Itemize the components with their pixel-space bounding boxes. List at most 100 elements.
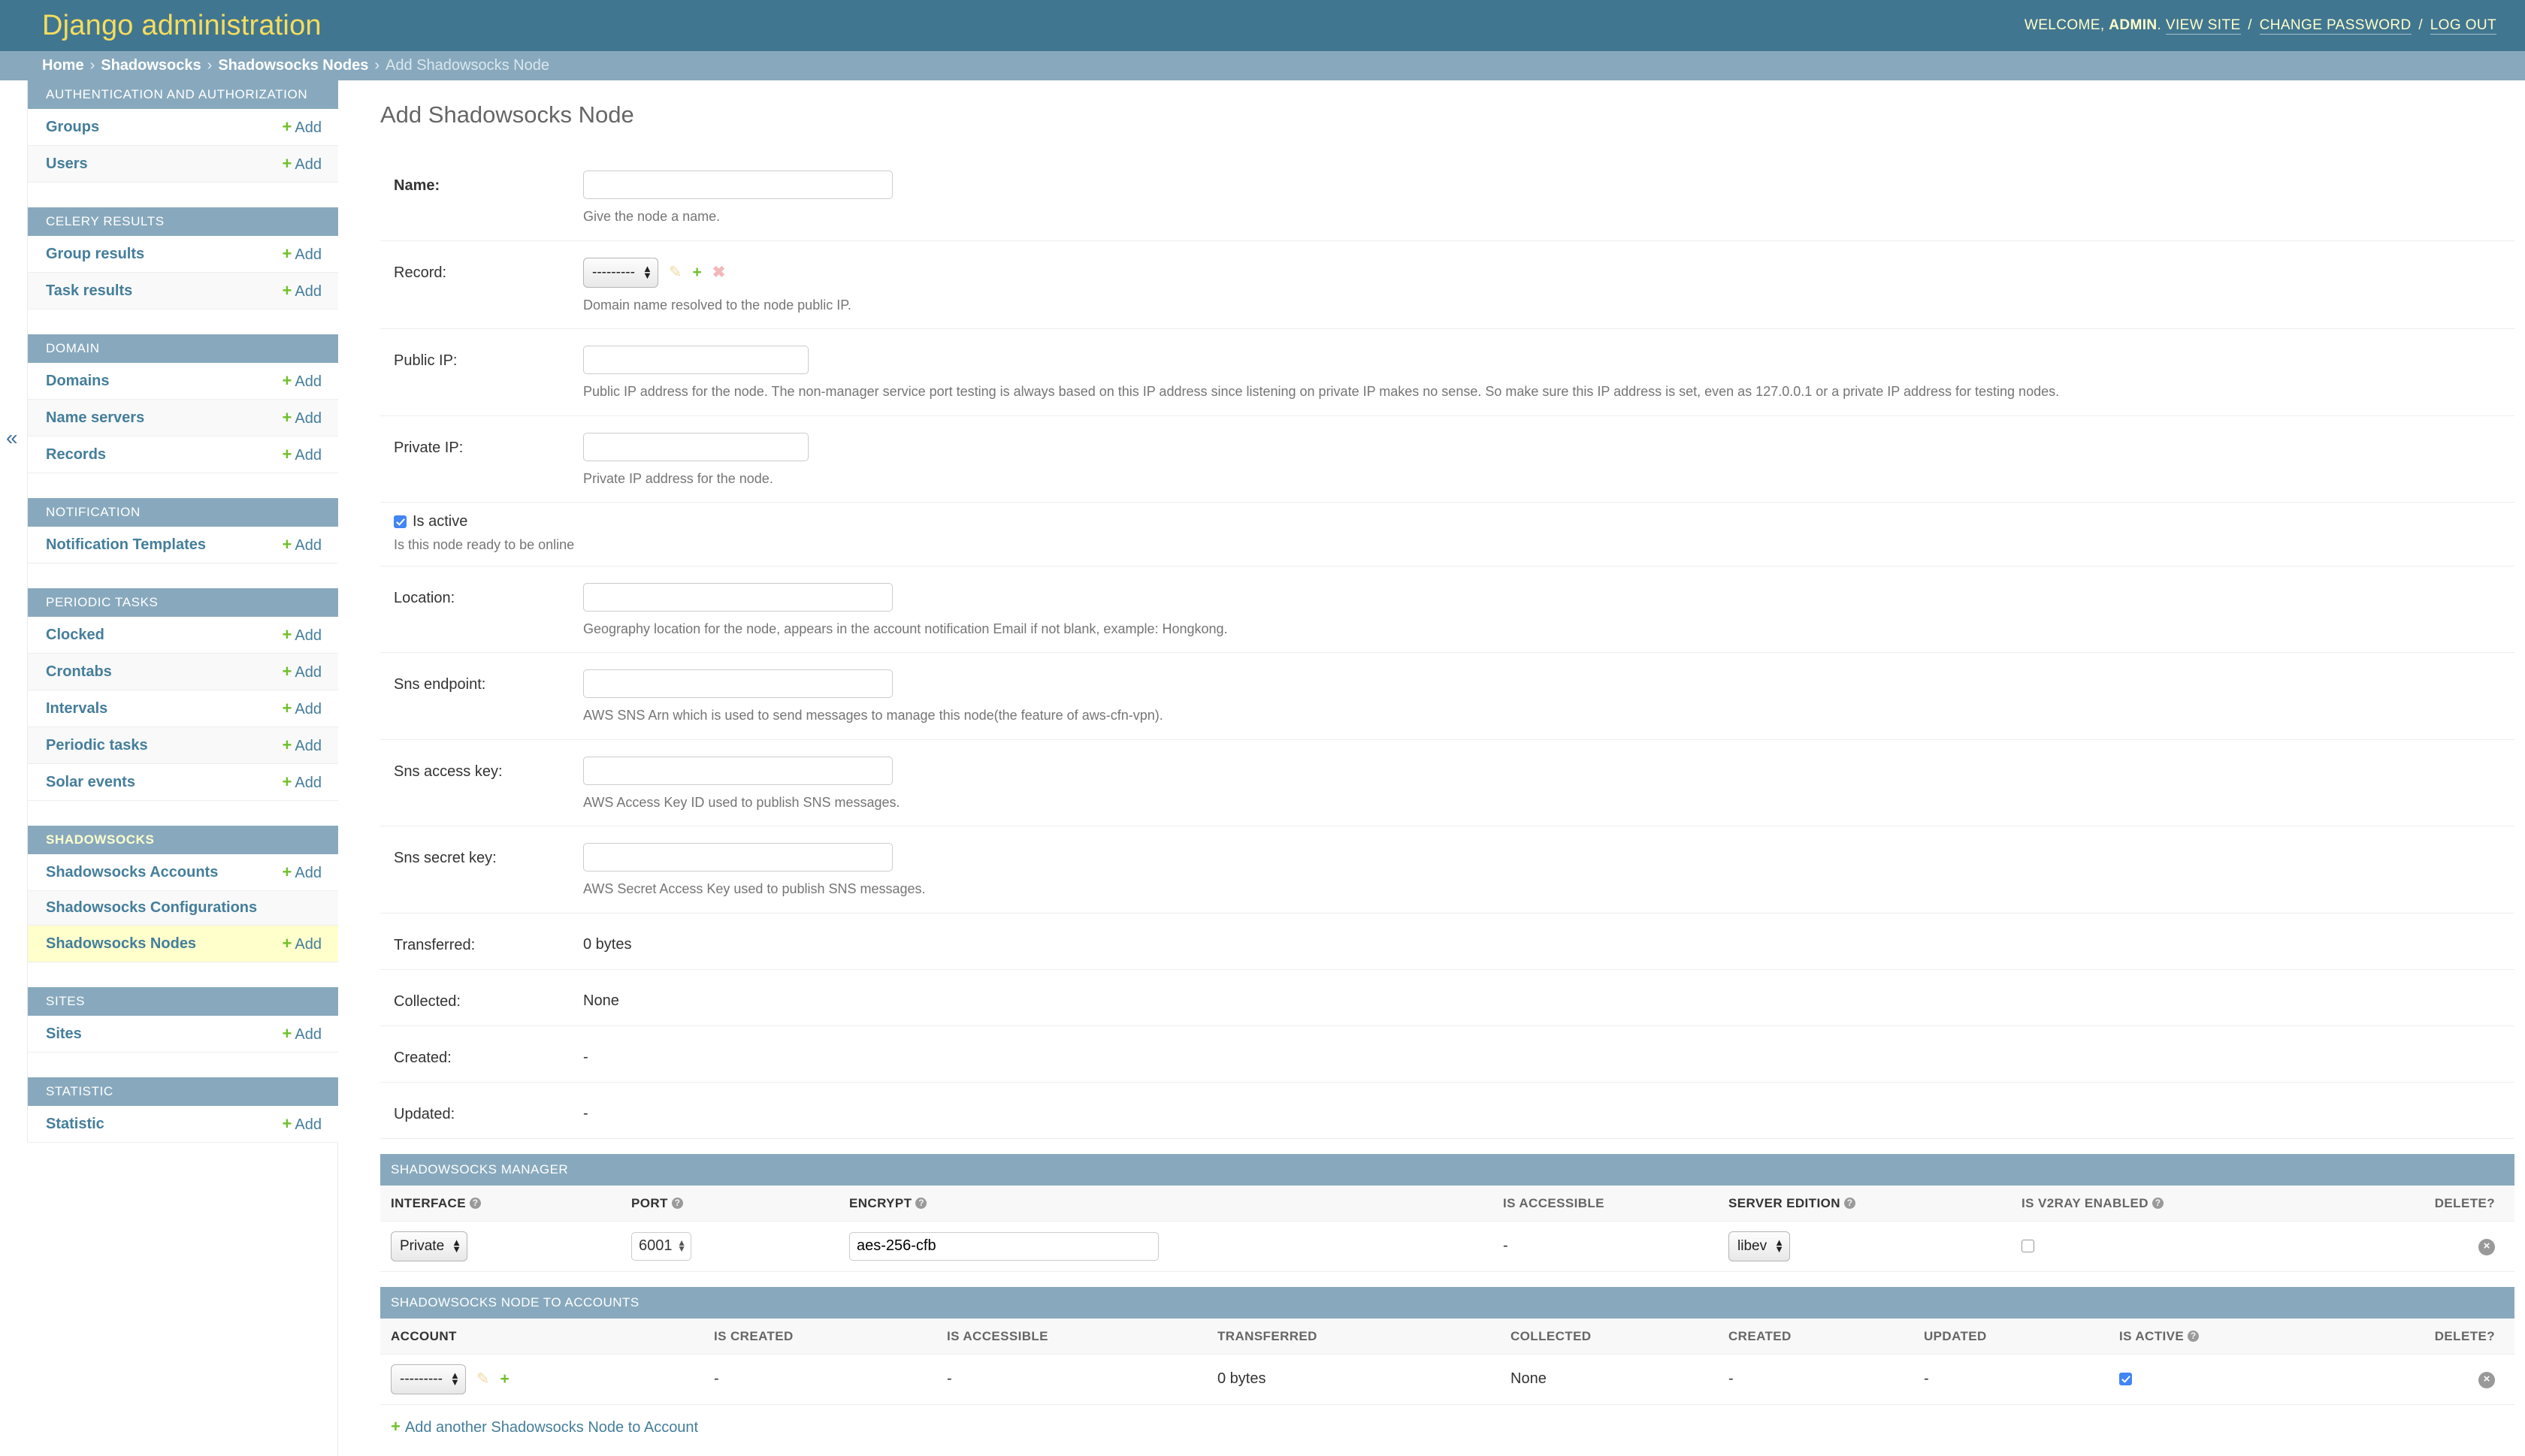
sidebar-item-groups[interactable]: Groups +Add bbox=[28, 109, 338, 146]
breadcrumb-model[interactable]: Shadowsocks Nodes bbox=[218, 57, 368, 74]
sidebar-add-link[interactable]: +Add bbox=[283, 625, 322, 645]
account-delete-icon[interactable]: × bbox=[2478, 1372, 2495, 1388]
account-select[interactable]: --------- ▲▼ bbox=[391, 1364, 466, 1394]
view-site-link[interactable]: VIEW SITE bbox=[2166, 17, 2241, 35]
sidebar-item-label[interactable]: Shadowsocks Nodes bbox=[46, 935, 196, 953]
manager-delete-icon[interactable]: × bbox=[2478, 1239, 2495, 1255]
breadcrumb-home[interactable]: Home bbox=[42, 57, 84, 74]
sidebar-item-users[interactable]: Users +Add bbox=[28, 146, 338, 183]
sidebar-item-shadowsocks-nodes[interactable]: Shadowsocks Nodes +Add bbox=[28, 926, 338, 962]
is-active-checkbox[interactable] bbox=[394, 515, 407, 528]
add-another-account-link[interactable]: Add another Shadowsocks Node to Account bbox=[405, 1419, 698, 1436]
account-add-icon[interactable]: + bbox=[500, 1371, 509, 1387]
sidebar-item-label[interactable]: Shadowsocks Accounts bbox=[46, 864, 218, 881]
sidebar-add-label: Add bbox=[295, 1116, 322, 1133]
sidebar-item-label[interactable]: Domains bbox=[46, 373, 109, 390]
sidebar-add-label: Add bbox=[295, 738, 322, 754]
interface-select[interactable]: Private ▲▼ bbox=[391, 1231, 467, 1261]
help-icon[interactable]: ? bbox=[470, 1198, 481, 1209]
port-stepper[interactable]: 6001 ▲▼ bbox=[631, 1232, 691, 1261]
account-edit-icon[interactable]: ✎ bbox=[476, 1371, 490, 1387]
sidebar-item-label[interactable]: Statistic bbox=[46, 1116, 104, 1133]
sidebar-add-link[interactable]: +Add bbox=[283, 772, 322, 792]
sidebar-item-shadowsocks-accounts[interactable]: Shadowsocks Accounts +Add bbox=[28, 854, 338, 891]
sidebar-add-link[interactable]: +Add bbox=[283, 445, 322, 464]
is-active-label-wrap[interactable]: Is active bbox=[394, 513, 2514, 530]
sidebar-add-link[interactable]: +Add bbox=[283, 154, 322, 174]
sidebar-add-link[interactable]: +Add bbox=[283, 699, 322, 718]
help-icon[interactable]: ? bbox=[1844, 1198, 1855, 1209]
sidebar-add-link[interactable]: +Add bbox=[283, 736, 322, 755]
sidebar-add-link[interactable]: +Add bbox=[283, 535, 322, 554]
record-edit-icon[interactable]: ✎ bbox=[669, 264, 682, 280]
sidebar-item-periodic-tasks[interactable]: Periodic tasks +Add bbox=[28, 727, 338, 764]
help-icon[interactable]: ? bbox=[672, 1198, 683, 1209]
sidebar-add-link[interactable]: +Add bbox=[283, 934, 322, 953]
public-ip-input[interactable] bbox=[583, 346, 809, 374]
change-password-link[interactable]: CHANGE PASSWORD bbox=[2260, 17, 2412, 35]
port-spinner-icon[interactable]: ▲▼ bbox=[677, 1240, 686, 1252]
record-add-icon[interactable]: + bbox=[692, 264, 701, 280]
breadcrumb-app[interactable]: Shadowsocks bbox=[101, 57, 201, 74]
sns-access-key-input[interactable] bbox=[583, 757, 893, 785]
sidebar-add-link[interactable]: +Add bbox=[283, 244, 322, 264]
name-input[interactable] bbox=[583, 171, 893, 199]
sidebar-item-label[interactable]: Solar events bbox=[46, 774, 135, 791]
sidebar-item-sites[interactable]: Sites +Add bbox=[28, 1016, 338, 1053]
sidebar-item-label[interactable]: Task results bbox=[46, 282, 132, 300]
account-is-active-checkbox[interactable] bbox=[2119, 1373, 2132, 1385]
sidebar-item-statistic[interactable]: Statistic +Add bbox=[28, 1106, 338, 1143]
sidebar-item-records[interactable]: Records +Add bbox=[28, 436, 338, 473]
sidebar-item-crontabs[interactable]: Crontabs +Add bbox=[28, 654, 338, 690]
sidebar-add-link[interactable]: +Add bbox=[283, 408, 322, 427]
is-v2ray-enabled-checkbox[interactable] bbox=[2022, 1240, 2034, 1252]
sidebar-item-name-servers[interactable]: Name servers +Add bbox=[28, 400, 338, 436]
encrypt-input[interactable] bbox=[849, 1232, 1159, 1261]
help-icon[interactable]: ? bbox=[915, 1198, 927, 1209]
sidebar-item-group-results[interactable]: Group results +Add bbox=[28, 236, 338, 273]
sns-secret-key-input[interactable] bbox=[583, 843, 893, 871]
sidebar-add-link[interactable]: +Add bbox=[283, 662, 322, 681]
sidebar-item-label[interactable]: Name servers bbox=[46, 409, 144, 427]
sidebar-group-caption: SHADOWSOCKS bbox=[28, 826, 338, 854]
sidebar-item-solar-events[interactable]: Solar events +Add bbox=[28, 764, 338, 801]
log-out-link[interactable]: LOG OUT bbox=[2430, 17, 2496, 35]
sidebar-add-label: Add bbox=[295, 701, 322, 717]
sidebar-item-task-results[interactable]: Task results +Add bbox=[28, 273, 338, 310]
sidebar-item-domains[interactable]: Domains +Add bbox=[28, 363, 338, 400]
table-row: Private ▲▼ 6001 ▲▼ bbox=[380, 1221, 2514, 1271]
sidebar-collapse-icon[interactable]: « bbox=[6, 427, 18, 449]
sidebar-item-label[interactable]: Shadowsocks Configurations bbox=[46, 899, 257, 917]
sidebar-item-label[interactable]: Notification Templates bbox=[46, 536, 206, 554]
location-input[interactable] bbox=[583, 583, 893, 612]
sidebar-add-link[interactable]: +Add bbox=[283, 281, 322, 301]
help-icon[interactable]: ? bbox=[2152, 1198, 2164, 1209]
sidebar-add-link[interactable]: +Add bbox=[283, 371, 322, 391]
sidebar-item-label[interactable]: Groups bbox=[46, 119, 99, 136]
sidebar-item-label[interactable]: Clocked bbox=[46, 627, 104, 644]
sidebar-add-link[interactable]: +Add bbox=[283, 1024, 322, 1044]
content-main: Add Shadowsocks Node Name: Give the node… bbox=[338, 80, 2525, 1448]
sidebar-item-label[interactable]: Sites bbox=[46, 1026, 82, 1043]
sns-endpoint-input[interactable] bbox=[583, 669, 893, 698]
record-delete-icon[interactable]: ✖ bbox=[712, 264, 726, 280]
sidebar-item-label[interactable]: Group results bbox=[46, 246, 144, 263]
sidebar-item-label[interactable]: Intervals bbox=[46, 700, 107, 717]
sidebar-item-shadowsocks-configurations[interactable]: Shadowsocks Configurations bbox=[28, 891, 338, 926]
record-select[interactable]: --------- ▲▼ bbox=[583, 258, 658, 288]
location-help: Geography location for the node, appears… bbox=[583, 621, 2514, 638]
sidebar-add-link[interactable]: +Add bbox=[283, 1114, 322, 1134]
sidebar-add-link[interactable]: +Add bbox=[283, 117, 322, 137]
help-icon[interactable]: ? bbox=[2188, 1331, 2199, 1342]
sidebar-item-intervals[interactable]: Intervals +Add bbox=[28, 690, 338, 727]
sidebar-item-clocked[interactable]: Clocked +Add bbox=[28, 617, 338, 654]
sidebar-item-label[interactable]: Records bbox=[46, 446, 106, 464]
server-edition-select[interactable]: libev ▲▼ bbox=[1728, 1231, 1790, 1261]
sidebar-item-label[interactable]: Periodic tasks bbox=[46, 737, 148, 754]
sidebar-item-label[interactable]: Crontabs bbox=[46, 663, 112, 681]
accounts-cell-transferred: 0 bytes bbox=[1207, 1354, 1500, 1404]
sidebar-item-label[interactable]: Users bbox=[46, 156, 88, 173]
private-ip-input[interactable] bbox=[583, 433, 809, 461]
sidebar-add-link[interactable]: +Add bbox=[283, 862, 322, 882]
sidebar-item-notification-templates[interactable]: Notification Templates +Add bbox=[28, 527, 338, 563]
